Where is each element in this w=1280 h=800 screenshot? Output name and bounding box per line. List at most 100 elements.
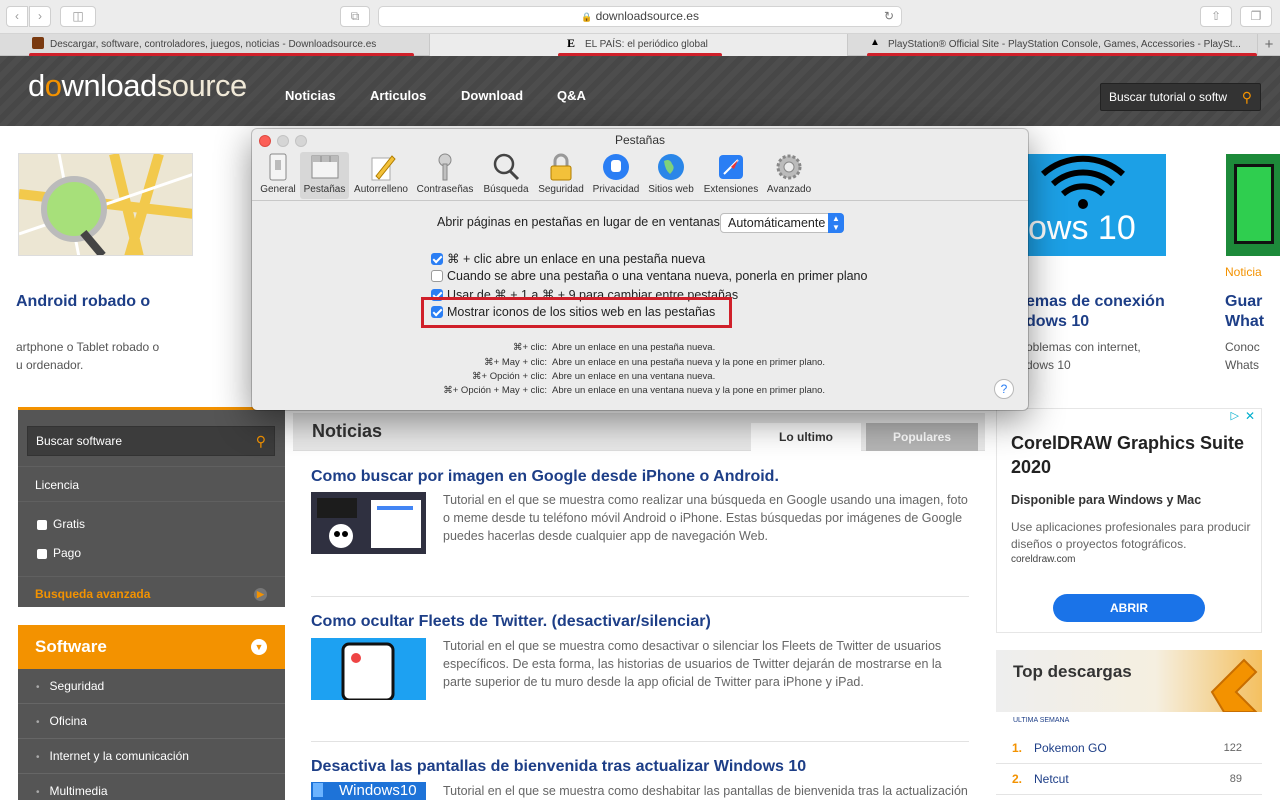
help-button[interactable]: ?	[994, 379, 1014, 399]
nav-qa[interactable]: Q&A	[557, 88, 586, 103]
pref-label: Búsqueda	[483, 184, 529, 195]
updown-arrows-icon: ▲ ▼	[828, 213, 844, 233]
header-search-input[interactable]: Buscar tutorial o softw ⚲	[1100, 83, 1261, 111]
licencia-label: Licencia	[18, 466, 285, 502]
category-multimedia[interactable]: Multimedia	[18, 774, 285, 800]
advanced-search-link[interactable]: Busqueda avanzada ▶	[18, 576, 285, 610]
checkbox[interactable]	[37, 548, 47, 559]
checkbox-checked[interactable]	[431, 252, 443, 265]
option-label: ⌘ + clic abre un enlace en una pestaña n…	[447, 252, 706, 266]
news-article-thumbnail[interactable]: Windows10	[311, 782, 426, 800]
news-article-thumbnail[interactable]	[311, 492, 426, 554]
strip-article-desc: u ordenador.	[16, 358, 84, 372]
strip-article-title[interactable]: Android robado o	[16, 292, 150, 312]
section-title: Software	[35, 637, 107, 656]
key-icon	[438, 153, 452, 181]
software-search-box: Buscar software ⚲ Licencia Gratis Pago Bu…	[18, 407, 285, 607]
strip-article-desc: Conoc	[1225, 340, 1260, 354]
close-icon[interactable]: ✕	[1245, 409, 1255, 423]
reload-icon[interactable]: ↻	[884, 7, 894, 26]
search-icon[interactable]: ⚲	[256, 427, 266, 455]
nav-articulos[interactable]: Articulos	[370, 88, 426, 103]
download-name[interactable]: Pokemon GO	[1034, 733, 1107, 764]
top-download-row[interactable]: 1. Pokemon GO 122	[996, 733, 1262, 764]
strip-article-title[interactable]: What	[1225, 312, 1264, 332]
article-thumbnail[interactable]: ows 10	[1028, 154, 1166, 256]
coreldraw-ad[interactable]: ▷ ✕ CorelDRAW Graphics Suite 2020 Dispon…	[996, 408, 1262, 633]
tab-overview-button[interactable]: ⧉	[340, 6, 370, 27]
ad-open-button[interactable]: ABRIR	[1053, 594, 1205, 622]
news-header: Noticias Lo ultimo Populares	[293, 413, 985, 451]
downloadsource-favicon-icon	[32, 37, 44, 50]
top-download-row[interactable]: 2. Netcut 89	[996, 764, 1262, 795]
new-tab-button[interactable]: +	[1258, 34, 1280, 56]
pref-contrasenas[interactable]: Contraseñas	[414, 152, 476, 199]
download-count: 89	[1229, 773, 1242, 785]
option-new-tab-foreground[interactable]: Cuando se abre una pestaña o una ventana…	[431, 269, 867, 283]
adchoices-icon[interactable]: ▷	[1231, 409, 1239, 422]
filter-pago[interactable]: Pago	[18, 546, 285, 560]
pref-busqueda[interactable]: Búsqueda	[480, 152, 532, 199]
software-search-input[interactable]: Buscar software ⚲	[27, 426, 275, 456]
checkbox[interactable]	[37, 519, 47, 530]
tab-title: EL PAÍS: el periódico global	[585, 39, 708, 50]
strip-article-title[interactable]: emas de conexión	[1026, 292, 1165, 312]
filter-label: Pago	[53, 546, 82, 560]
show-tabs-button[interactable]: ❐	[1240, 6, 1272, 27]
search-icon[interactable]: ⚲	[1242, 84, 1252, 110]
pref-pestanas[interactable]: Pestañas	[300, 152, 349, 199]
pref-seguridad[interactable]: Seguridad	[534, 152, 588, 199]
category-oficina[interactable]: Oficina	[18, 704, 285, 739]
tabs-icon: ⧉	[350, 9, 360, 23]
tab-lo-ultimo[interactable]: Lo ultimo	[751, 423, 861, 451]
news-article-desc: Tutorial en el que se muestra como desha…	[443, 784, 968, 798]
highlight-box	[421, 297, 732, 328]
strip-category[interactable]: Noticia	[1225, 263, 1262, 281]
checkbox-unchecked[interactable]	[431, 269, 443, 282]
chevron-right-icon: ▶	[254, 588, 267, 601]
nav-download[interactable]: Download	[461, 88, 523, 103]
strip-article-title[interactable]: dows 10	[1026, 312, 1089, 332]
pref-avanzado[interactable]: Avanzado	[764, 152, 814, 199]
chevron-left-icon: ‹	[15, 9, 19, 23]
category-seguridad[interactable]: Seguridad	[18, 669, 285, 704]
hand-icon	[603, 154, 629, 180]
plus-icon: +	[1264, 36, 1274, 53]
software-header[interactable]: Software ▼	[18, 625, 285, 669]
pref-autorrelleno[interactable]: Autorrelleno	[350, 152, 412, 199]
news-article-thumbnail[interactable]	[311, 638, 426, 700]
news-article-title[interactable]: Como ocultar Fleets de Twitter. (desacti…	[311, 613, 711, 631]
share-button[interactable]: ⇧	[1200, 6, 1232, 27]
pref-extensiones[interactable]: Extensiones	[702, 152, 760, 199]
option-cmd-click[interactable]: ⌘ + clic abre un enlace en una pestaña n…	[431, 251, 705, 266]
back-button[interactable]: ‹	[6, 6, 28, 27]
thumb-caption: ows 10	[1028, 209, 1136, 247]
address-bar[interactable]: 🔒 downloadsource.es ↻	[378, 6, 902, 27]
forward-button[interactable]: ›	[29, 6, 51, 27]
tab-populares[interactable]: Populares	[866, 423, 978, 451]
pref-label: Privacidad	[592, 184, 640, 195]
pref-privacidad[interactable]: Privacidad	[590, 152, 642, 199]
news-article-desc: Tutorial en el que se muestra como desac…	[443, 639, 942, 689]
shortcut-keys: ⌘+ clic:	[512, 342, 547, 353]
ad-headline[interactable]: CorelDRAW Graphics Suite 2020	[1011, 431, 1251, 479]
open-pages-select[interactable]: Automáticamente ▲ ▼	[720, 213, 844, 233]
download-name[interactable]: Netcut	[1034, 764, 1069, 795]
strip-article-title[interactable]: Guar	[1225, 292, 1262, 312]
sidebar-button[interactable]: ◫	[60, 6, 96, 27]
filter-gratis[interactable]: Gratis	[18, 517, 285, 531]
news-article-title[interactable]: Como buscar por imagen en Google desde i…	[311, 468, 779, 486]
logo-part: d	[28, 68, 45, 103]
ad-domain: coreldraw.com	[1011, 554, 1076, 565]
category-internet[interactable]: Internet y la comunicación	[18, 739, 285, 774]
site-logo[interactable]: downloadsource	[28, 68, 247, 104]
pref-sitios-web[interactable]: Sitios web	[645, 152, 697, 199]
article-thumbnail[interactable]	[18, 153, 193, 256]
article-thumbnail[interactable]	[1226, 154, 1280, 256]
windows-logo-icon	[313, 783, 323, 797]
nav-noticias[interactable]: Noticias	[285, 88, 336, 103]
compass-icon	[719, 155, 743, 179]
pref-general[interactable]: General	[256, 152, 300, 199]
news-article-title[interactable]: Desactiva las pantallas de bienvenida tr…	[311, 758, 806, 776]
preferences-toolbar: General Pestañas Autorrelleno Contraseña…	[252, 149, 1028, 201]
